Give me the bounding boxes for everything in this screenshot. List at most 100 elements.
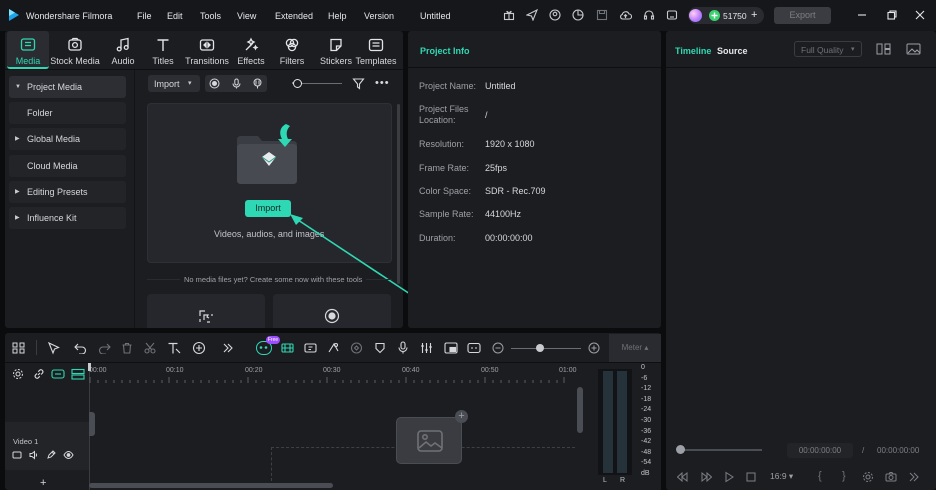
gift-icon[interactable] (503, 9, 515, 21)
media-scrollbar[interactable] (397, 104, 400, 284)
menu-help[interactable]: Help (328, 11, 347, 21)
crop-icon[interactable] (192, 341, 206, 355)
tab-timeline-preview[interactable]: Timeline (675, 46, 711, 56)
redo-icon[interactable] (98, 342, 111, 354)
more-controls-icon[interactable] (908, 471, 920, 483)
tab-stickers[interactable]: Stickers (316, 34, 356, 66)
headset-icon[interactable] (643, 9, 655, 21)
analytics-icon[interactable] (572, 9, 584, 21)
create-tool-card[interactable] (147, 294, 265, 328)
sidebar-item-global-media[interactable]: ▶ Global Media (9, 128, 126, 150)
settings-icon[interactable] (862, 471, 874, 483)
mask-icon[interactable] (374, 342, 386, 354)
color-match-icon[interactable] (327, 342, 340, 354)
notification-icon[interactable] (666, 9, 678, 21)
timeline-vertical-scrollbar[interactable] (577, 387, 583, 433)
text-tool-icon[interactable] (167, 341, 181, 355)
tab-effects[interactable]: Effects (234, 34, 268, 66)
layout-icon[interactable] (12, 342, 25, 354)
delete-icon[interactable] (121, 342, 133, 354)
minimize-icon[interactable] (856, 9, 868, 21)
tab-templates[interactable]: Templates (355, 34, 397, 66)
add-to-track-icon[interactable]: + (455, 410, 468, 423)
more-options-icon[interactable]: ••• (375, 77, 390, 89)
avatar[interactable] (689, 9, 702, 22)
track-audio-icon[interactable] (29, 450, 39, 460)
mark-out-icon[interactable]: } (842, 470, 846, 482)
sidebar-item-project-media[interactable]: ▼ Project Media (9, 76, 126, 98)
close-icon[interactable] (914, 9, 926, 21)
thumbnail-size-slider[interactable] (296, 83, 342, 84)
track-resize-handle[interactable] (89, 412, 95, 436)
playhead-marker[interactable] (88, 363, 91, 371)
filter-icon[interactable] (352, 77, 365, 90)
undo-icon[interactable] (74, 342, 87, 354)
record-voiceover-icon[interactable] (397, 341, 409, 354)
menu-tools[interactable]: Tools (200, 11, 221, 21)
zoom-out-timeline-icon[interactable] (492, 342, 504, 354)
meter-dropdown[interactable]: Meter ▴ (609, 334, 661, 362)
stop-icon[interactable] (745, 471, 757, 483)
timeline-horizontal-scrollbar[interactable] (89, 483, 333, 488)
send-icon[interactable] (526, 9, 538, 21)
stabilize-icon[interactable] (350, 342, 363, 354)
add-credits-icon[interactable]: + (751, 9, 757, 21)
cloud-upload-icon[interactable] (619, 9, 632, 21)
save-icon[interactable] (596, 9, 608, 21)
tab-source-preview[interactable]: Source (717, 46, 748, 56)
tab-transitions[interactable]: Transitions (184, 34, 230, 66)
link-icon[interactable] (33, 368, 45, 380)
tab-titles[interactable]: Titles (146, 34, 180, 66)
subtitle-icon[interactable] (467, 342, 481, 354)
track-settings-icon[interactable] (12, 368, 24, 380)
playback-progress[interactable] (680, 449, 762, 451)
import-dropdown[interactable]: Import ▾ (148, 75, 200, 92)
menu-edit[interactable]: Edit (167, 11, 183, 21)
track-lock-icon[interactable] (12, 450, 22, 460)
timeline-zoom-slider[interactable] (511, 348, 581, 349)
tab-media[interactable]: Media (11, 34, 45, 66)
community-icon[interactable] (549, 9, 561, 21)
snap-icon[interactable] (51, 368, 65, 380)
time-ruler[interactable]: 00:00 00:10 00:20 00:30 00:40 00:50 01:0… (89, 363, 577, 388)
mark-in-icon[interactable]: { (818, 470, 822, 482)
auto-ripple-icon[interactable] (71, 368, 85, 380)
expand-tools-icon[interactable] (222, 342, 234, 354)
tab-stock-media[interactable]: Stock Media (48, 34, 102, 66)
current-time[interactable]: 00:00:00:00 (787, 443, 853, 458)
camera-icon[interactable] (885, 471, 897, 483)
sidebar-item-editing-presets[interactable]: ▶ Editing Presets (9, 181, 126, 203)
sidebar-item-influence-kit[interactable]: ▶ Influence Kit (9, 207, 126, 229)
speed-ramp-icon[interactable] (281, 342, 294, 354)
next-frame-icon[interactable] (700, 471, 712, 483)
add-track-icon[interactable]: + (40, 477, 46, 489)
previous-frame-icon[interactable] (677, 471, 689, 483)
audio-mixer-icon[interactable] (420, 342, 433, 354)
playhead-handle[interactable] (676, 445, 685, 454)
pip-icon[interactable] (444, 342, 458, 354)
slider-handle[interactable] (293, 79, 302, 88)
aspect-ratio-dropdown[interactable]: 16:9 ▾ (770, 471, 793, 482)
menu-view[interactable]: View (237, 11, 256, 21)
play-icon[interactable] (723, 471, 735, 483)
microphone-icon[interactable] (231, 78, 242, 89)
auto-reframe-icon[interactable] (304, 342, 317, 354)
select-tool-icon[interactable] (47, 342, 61, 355)
zoom-in-timeline-icon[interactable] (588, 342, 600, 354)
sidebar-item-folder[interactable]: Folder (9, 102, 126, 124)
tab-filters[interactable]: Filters (275, 34, 309, 66)
tab-audio[interactable]: Audio (106, 34, 140, 66)
sidebar-item-cloud-media[interactable]: Cloud Media (9, 155, 126, 177)
export-button[interactable]: Export (774, 7, 831, 24)
record-screen-icon[interactable] (209, 78, 220, 89)
track-visibility-icon[interactable] (63, 450, 74, 460)
quality-dropdown[interactable]: Full Quality ▾ (794, 41, 862, 57)
zoom-slider-handle[interactable] (536, 344, 544, 352)
record-tool-card[interactable] (273, 294, 391, 328)
voiceover-icon[interactable] (252, 78, 263, 89)
split-icon[interactable] (144, 342, 156, 354)
snapshot-icon[interactable] (906, 43, 921, 55)
track-edit-icon[interactable] (46, 450, 56, 460)
menu-file[interactable]: File (137, 11, 152, 21)
credits-pill[interactable]: 51750 + (688, 7, 764, 24)
